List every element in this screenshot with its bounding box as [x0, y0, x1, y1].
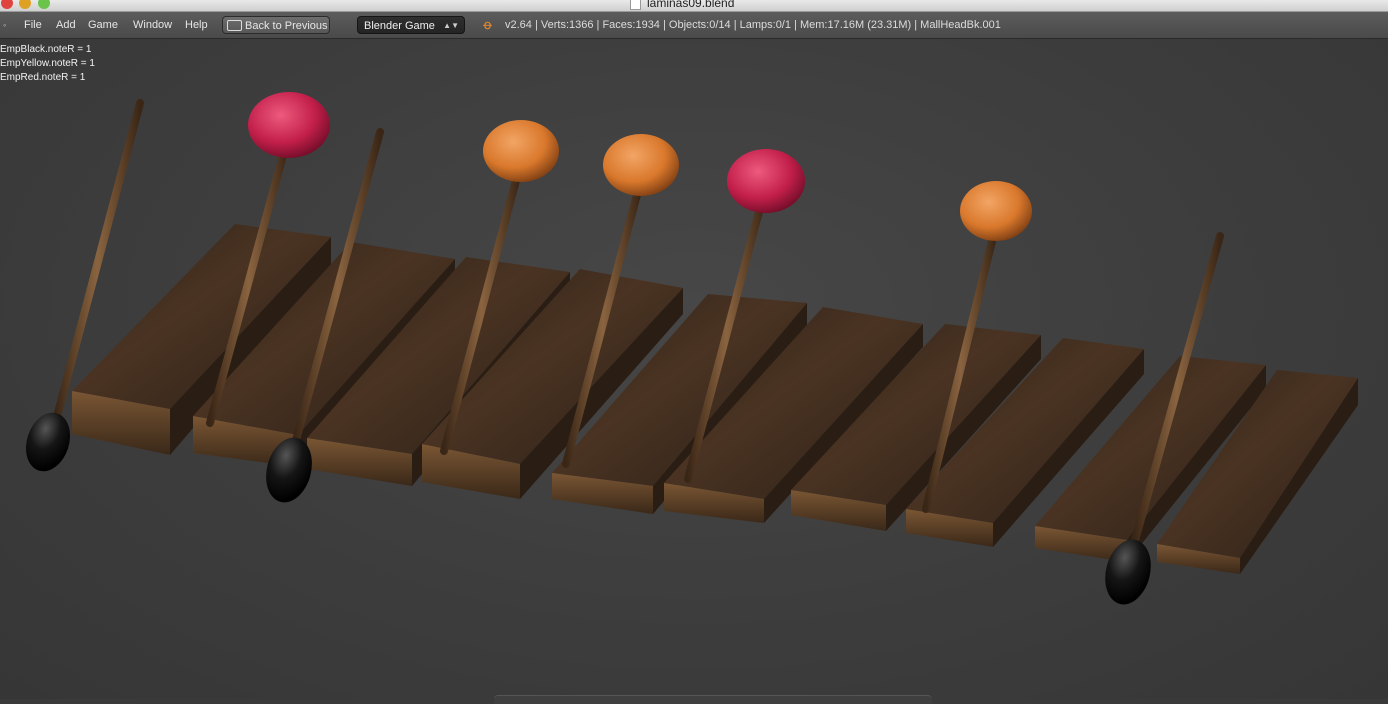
menu-add[interactable]: Add: [56, 12, 76, 38]
scene-stats: v2.64 | Verts:1366 | Faces:1934 | Object…: [505, 19, 1001, 31]
xylophone-scene: [25, 92, 1358, 605]
info-header: ◦ File Add Game Window Help Back to Prev…: [0, 12, 1388, 39]
window-title-text: laminas09.blend: [647, 0, 735, 10]
back-button-label: Back to Previous: [245, 20, 328, 32]
file-icon: [630, 0, 641, 11]
viewport-bottom-edge: [494, 695, 932, 704]
zoom-window-button[interactable]: [38, 0, 50, 9]
menu-file[interactable]: File: [24, 12, 42, 38]
menu-window[interactable]: Window: [133, 12, 172, 38]
game-viewport[interactable]: EmpBlack.noteR = 1 EmpYellow.noteR = 1 E…: [0, 39, 1388, 704]
close-window-button[interactable]: [1, 0, 13, 9]
render-engine-value: Blender Game: [364, 20, 435, 32]
screen-back-icon: [227, 19, 242, 31]
window-title: laminas09.blend: [630, 0, 735, 11]
window-titlebar: laminas09.blend: [0, 0, 1388, 12]
dropdown-arrows-icon: ▲▼: [443, 21, 459, 30]
render-engine-select[interactable]: Blender Game ▲▼: [357, 16, 465, 34]
blender-logo-icon: ꝋ: [483, 17, 493, 32]
minimize-window-button[interactable]: [19, 0, 31, 9]
editor-menu-toggle[interactable]: ◦: [3, 12, 6, 38]
menu-help[interactable]: Help: [185, 12, 208, 38]
back-to-previous-button[interactable]: Back to Previous: [222, 16, 330, 34]
menu-game[interactable]: Game: [88, 12, 118, 38]
